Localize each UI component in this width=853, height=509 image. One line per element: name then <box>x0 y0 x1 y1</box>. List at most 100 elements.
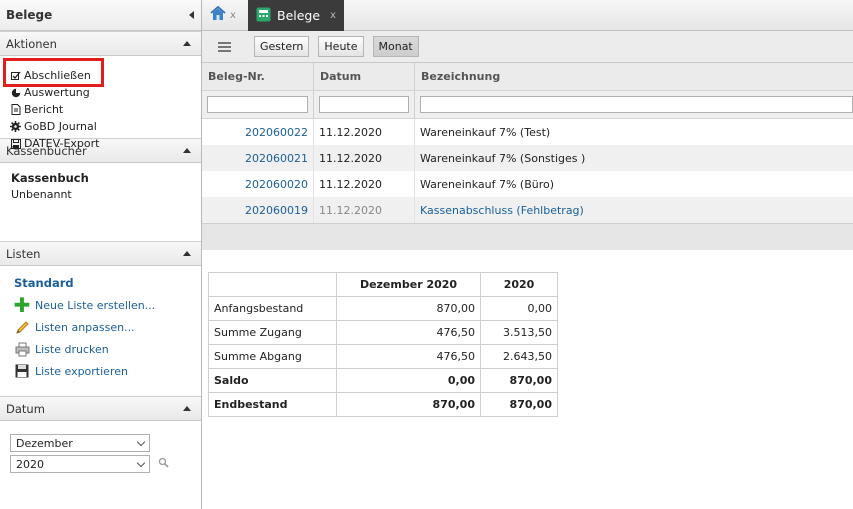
action-gobd-journal[interactable]: GoBD Journal <box>10 118 201 135</box>
cell-beleg-nr[interactable]: 202060021 <box>202 145 314 171</box>
cell-datum: 11.12.2020 <box>314 197 415 223</box>
summary-row: Saldo 0,00 870,00 <box>208 368 558 393</box>
home-icon <box>210 5 226 24</box>
table-row[interactable]: 202060019 11.12.2020 Kassenabschluss (Fe… <box>202 197 853 223</box>
cell-datum: 11.12.2020 <box>314 119 415 145</box>
action-bericht[interactable]: Bericht <box>10 101 201 118</box>
summary-label: Endbestand <box>208 392 337 417</box>
action-label: Bericht <box>24 103 64 116</box>
summary-label: Summe Abgang <box>208 344 337 369</box>
section-listen-title: Listen <box>6 246 41 261</box>
collapse-up-icon[interactable] <box>183 406 191 411</box>
column-header-datum[interactable]: Datum <box>314 63 415 90</box>
list-link-label: Liste exportieren <box>35 364 128 378</box>
month-select[interactable]: Dezember <box>10 434 150 452</box>
cell-datum: 11.12.2020 <box>314 145 415 171</box>
summary-row: Summe Zugang 476,50 3.513,50 <box>208 320 558 345</box>
pie-chart-icon <box>10 87 21 98</box>
tab-belege-close[interactable]: x <box>330 10 336 21</box>
list-standard[interactable]: Standard <box>14 276 201 290</box>
cell-beleg-nr[interactable]: 202060022 <box>202 119 314 145</box>
grid-body: 202060022 11.12.2020 Wareneinkauf 7% (Te… <box>202 119 853 223</box>
summary-header-empty <box>208 272 337 297</box>
section-datum-header[interactable]: Datum <box>0 396 201 421</box>
summary-month-value: 870,00 <box>336 296 481 321</box>
cell-beleg-nr[interactable]: 202060019 <box>202 197 314 223</box>
summary-row: Anfangsbestand 870,00 0,00 <box>208 296 558 321</box>
toolbar: Gestern Heute Monat <box>202 31 853 63</box>
cell-datum: 11.12.2020 <box>314 171 415 197</box>
cell-bezeichnung: Wareneinkauf 7% (Büro) <box>420 177 555 191</box>
summary-month-value: 0,00 <box>336 368 481 393</box>
heute-button[interactable]: Heute <box>318 36 364 57</box>
gear-icon <box>10 121 21 132</box>
summary-month-value: 476,50 <box>336 320 481 345</box>
action-label: Auswertung <box>24 86 90 99</box>
tab-belege[interactable]: Belege x <box>248 0 344 31</box>
pencil-icon <box>14 319 30 335</box>
main-area: x Belege x Gestern Heute Monat Beleg-Nr.… <box>202 0 853 509</box>
kassenbuch-item[interactable]: Unbenannt <box>11 188 201 201</box>
summary-month-value: 870,00 <box>336 392 481 417</box>
cell-bezeichnung: Wareneinkauf 7% (Test) <box>420 125 551 139</box>
summary-row: Endbestand 870,00 870,00 <box>208 392 558 417</box>
gestern-button[interactable]: Gestern <box>254 36 310 57</box>
year-select[interactable]: 2020 <box>10 455 150 473</box>
summary-year-value: 3.513,50 <box>480 320 558 345</box>
menu-icon[interactable] <box>218 40 231 54</box>
grid-footer <box>202 223 853 250</box>
column-header-beleg-nr[interactable]: Beleg-Nr. <box>202 63 314 90</box>
list-adjust-link[interactable]: Listen anpassen... <box>14 316 201 338</box>
floppy-icon <box>14 363 30 379</box>
filter-row <box>202 91 853 119</box>
tab-home[interactable]: x <box>210 5 236 24</box>
list-link-label: Neue Liste erstellen... <box>35 298 156 312</box>
section-datum-title: Datum <box>6 401 45 416</box>
monat-button[interactable]: Monat <box>372 36 419 57</box>
summary-month-value: 476,50 <box>336 344 481 369</box>
cash-register-icon <box>256 7 271 25</box>
list-link-label: Liste drucken <box>35 342 109 356</box>
sidebar-title: Belege <box>6 8 53 22</box>
summary-year-value: 870,00 <box>480 368 558 393</box>
collapse-sidebar-icon[interactable] <box>189 11 194 19</box>
filter-datum-input[interactable] <box>319 96 409 113</box>
table-row[interactable]: 202060021 11.12.2020 Wareneinkauf 7% (So… <box>202 145 853 171</box>
printer-icon <box>14 341 30 357</box>
year-select-value: 2020 <box>16 457 44 471</box>
collapse-up-icon[interactable] <box>183 148 191 153</box>
grid-header: Beleg-Nr. Datum Bezeichnung <box>202 63 853 91</box>
search-icon[interactable] <box>158 457 169 471</box>
filter-beleg-nr-input[interactable] <box>207 96 308 113</box>
section-aktionen-title: Aktionen <box>6 36 57 51</box>
cell-bezeichnung: Wareneinkauf 7% (Sonstiges ) <box>420 151 586 165</box>
summary-label: Saldo <box>208 368 337 393</box>
table-row[interactable]: 202060020 11.12.2020 Wareneinkauf 7% (Bü… <box>202 171 853 197</box>
summary-label: Summe Zugang <box>208 320 337 345</box>
list-print-link[interactable]: Liste drucken <box>14 338 201 360</box>
section-aktionen-header[interactable]: Aktionen <box>0 31 201 56</box>
section-kassenbuecher-title: Kassenbücher <box>6 143 87 158</box>
sidebar-title-bar: Belege <box>0 0 201 31</box>
section-listen-header[interactable]: Listen <box>0 241 201 266</box>
table-row[interactable]: 202060022 11.12.2020 Wareneinkauf 7% (Te… <box>202 119 853 145</box>
tab-bar: x Belege x <box>202 0 853 31</box>
cell-beleg-nr[interactable]: 202060020 <box>202 171 314 197</box>
list-export-link[interactable]: Liste exportieren <box>14 360 201 382</box>
summary-year-value: 0,00 <box>480 296 558 321</box>
collapse-up-icon[interactable] <box>183 41 191 46</box>
sidebar: Belege Aktionen Abschließen Auswertung B… <box>0 0 202 509</box>
chevron-down-icon <box>136 458 146 467</box>
highlight-box <box>3 58 104 87</box>
list-link-label: Listen anpassen... <box>35 320 135 334</box>
filter-bezeichnung-input[interactable] <box>420 96 853 113</box>
summary-header-month: Dezember 2020 <box>336 272 481 297</box>
column-header-bezeichnung[interactable]: Bezeichnung <box>415 63 853 90</box>
chevron-down-icon <box>136 437 146 446</box>
summary-header-year: 2020 <box>480 272 558 297</box>
list-new-link[interactable]: ✚ Neue Liste erstellen... <box>14 294 201 316</box>
tab-home-close[interactable]: x <box>230 10 236 21</box>
collapse-up-icon[interactable] <box>183 251 191 256</box>
cell-bezeichnung[interactable]: Kassenabschluss (Fehlbetrag) <box>415 197 853 223</box>
summary-table: Dezember 2020 2020 Anfangsbestand 870,00… <box>208 272 558 417</box>
